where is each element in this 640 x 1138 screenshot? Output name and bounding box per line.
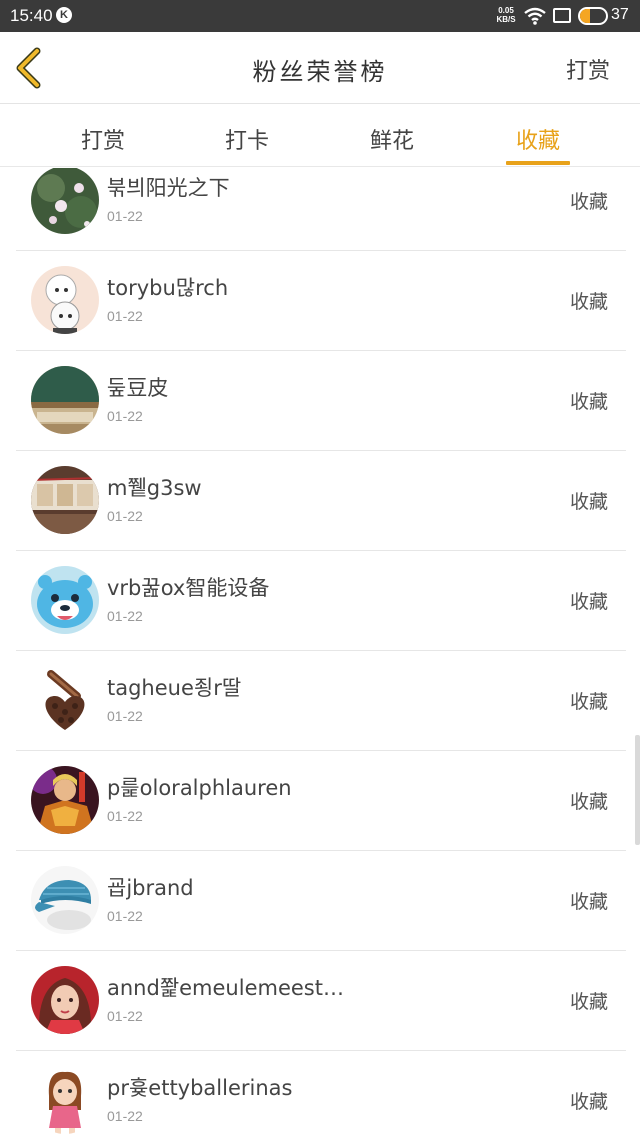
girl-portrait-avatar — [31, 966, 99, 1034]
status-time: 15:40 — [10, 6, 53, 25]
favorite-label: 收藏 — [569, 691, 608, 713]
favorite-label: 收藏 — [569, 491, 608, 513]
favorite-label: 收藏 — [569, 191, 608, 213]
user-name: torybu많rch — [107, 276, 229, 300]
network-speed: 0.05 KB/S — [493, 6, 519, 24]
favorite-label: 收藏 — [569, 891, 608, 913]
list-item[interactable]: p릁oloralphlauren 01-22 收藏 — [0, 751, 640, 851]
entry-date: 01-22 — [107, 508, 143, 524]
entry-date: 01-22 — [107, 808, 143, 824]
wifi-icon — [524, 6, 546, 26]
entry-date: 01-22 — [107, 208, 143, 224]
user-name: tagheue죙r딸 — [107, 676, 242, 700]
blue-cartoon-avatar — [31, 566, 99, 634]
armored-warrior-avatar — [31, 766, 99, 834]
entry-date: 01-22 — [107, 308, 143, 324]
list-item[interactable]: 붂븨阳光之下 01-22 收藏 — [0, 168, 640, 251]
list-item[interactable]: annd쫥emeulemeest… 01-22 收藏 — [0, 951, 640, 1051]
tab-favorites[interactable]: 收藏 — [478, 105, 598, 167]
k-badge-icon: K — [56, 7, 72, 23]
list-item[interactable]: pr흊ettyballerinas 01-22 收藏 — [0, 1051, 640, 1138]
favorite-label: 收藏 — [569, 391, 608, 413]
favorite-label: 收藏 — [569, 791, 608, 813]
app-header: 粉丝荣誉榜 打赏 — [0, 32, 640, 104]
lotus-flowers-avatar — [31, 168, 99, 234]
user-name: 붂븨阳光之下 — [107, 176, 230, 200]
user-name: 굡jbrand — [107, 876, 194, 900]
list-item[interactable]: 둪豆皮 01-22 收藏 — [0, 351, 640, 451]
tab-flowers[interactable]: 鲜花 — [332, 105, 452, 167]
user-name: vrb꿆ox智能设备 — [107, 576, 270, 600]
battery-percent: 37 — [611, 6, 629, 23]
user-name: 둪豆皮 — [107, 376, 169, 400]
favorite-label: 收藏 — [569, 591, 608, 613]
battery-icon — [578, 7, 608, 25]
entry-date: 01-22 — [107, 408, 143, 424]
photo-strip-avatar — [31, 466, 99, 534]
tab-bar: 打赏 打卡 鲜花 收藏 — [0, 105, 640, 167]
entry-date: 01-22 — [107, 1008, 143, 1024]
user-name: annd쫥emeulemeest… — [107, 976, 344, 1000]
list-item[interactable]: tagheue죙r딸 01-22 收藏 — [0, 651, 640, 751]
tab-checkin[interactable]: 打卡 — [187, 105, 307, 167]
reward-button[interactable]: 打赏 — [566, 53, 610, 85]
chalkboard-classroom-avatar — [31, 366, 99, 434]
list-item[interactable]: m쮙g3sw 01-22 收藏 — [0, 451, 640, 551]
favorite-label: 收藏 — [569, 991, 608, 1013]
page-title: 粉丝荣誉榜 — [252, 58, 388, 86]
list-item[interactable]: torybu많rch 01-22 收藏 — [0, 251, 640, 351]
favorite-label: 收藏 — [569, 1091, 608, 1113]
back-button[interactable] — [8, 46, 52, 90]
network-speed-unit: KB/S — [496, 15, 516, 24]
tab-label: 收藏 — [515, 129, 560, 154]
favorite-label: 收藏 — [569, 291, 608, 313]
scrollbar[interactable] — [635, 735, 640, 845]
chevron-left-icon — [16, 47, 41, 89]
user-name: pr흊ettyballerinas — [107, 1076, 293, 1100]
active-tab-indicator — [506, 161, 570, 165]
tab-label: 鲜花 — [369, 129, 414, 154]
entry-date: 01-22 — [107, 708, 143, 724]
entry-date: 01-22 — [107, 608, 143, 624]
network-speed-value: 0.05 — [498, 6, 514, 15]
tab-label: 打卡 — [224, 129, 269, 154]
tab-reward[interactable]: 打赏 — [43, 105, 163, 167]
cartoon-girl-avatar — [31, 1066, 99, 1134]
user-name: m쮙g3sw — [107, 476, 202, 500]
entry-date: 01-22 — [107, 908, 143, 924]
screen-mirror-icon — [553, 8, 571, 23]
entry-date: 01-22 — [107, 1108, 143, 1124]
list-item[interactable]: vrb꿆ox智能设备 01-22 收藏 — [0, 551, 640, 651]
list-item[interactable]: 굡jbrand 01-22 收藏 — [0, 851, 640, 951]
fan-list: 붂븨阳光之下 01-22 收藏 torybu많rch 01-22 收藏 둪豆皮 … — [0, 168, 640, 1138]
blue-cap-avatar — [31, 866, 99, 934]
user-name: p릁oloralphlauren — [107, 776, 292, 800]
coffee-beans-avatar — [31, 666, 99, 734]
tab-label: 打赏 — [80, 129, 125, 154]
anime-characters-avatar — [31, 266, 99, 334]
status-bar: 15:40 K 0.05 KB/S 37 — [0, 0, 640, 32]
battery-level — [580, 9, 590, 23]
